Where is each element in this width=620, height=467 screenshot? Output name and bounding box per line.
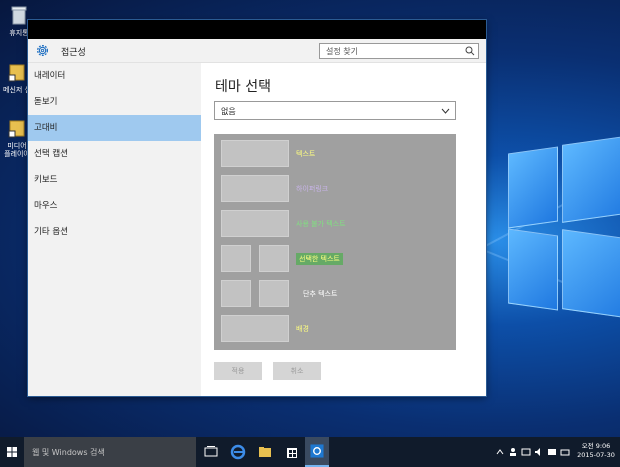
preview-text-label: 텍스트 (296, 150, 316, 158)
clock-date: 2015-07-30 (577, 451, 615, 459)
disabled-text-color-swatch[interactable] (221, 210, 289, 237)
apply-button[interactable]: 적용 (214, 362, 262, 380)
settings-header: 접근성 (28, 39, 486, 63)
volume-icon[interactable] (534, 447, 544, 457)
application-icon (8, 64, 25, 82)
theme-preview: 텍스트 하이퍼링크 사용 불가 텍스트 선택한 텍스트 단추 텍스트 배경 (214, 134, 456, 350)
main-content: 테마 선택 없음 텍스트 하이퍼링크 사용 불가 텍스트 선택한 텍스트 단추 … (201, 63, 486, 396)
keyboard-language-icon[interactable] (560, 447, 570, 457)
settings-app-icon[interactable] (305, 437, 329, 467)
task-view-icon[interactable] (199, 437, 223, 467)
theme-dropdown[interactable]: 없음 (214, 101, 456, 120)
people-icon[interactable] (508, 447, 518, 457)
page-title: 테마 선택 (215, 79, 271, 95)
sidebar-item-other-options[interactable]: 기타 옵션 (28, 219, 201, 245)
selected-text-bg-swatch[interactable] (259, 245, 289, 272)
store-icon[interactable] (280, 437, 304, 467)
windows-logo-wallpaper (490, 135, 620, 340)
sidebar-item-high-contrast[interactable]: 고대비 (28, 115, 201, 141)
title-bar[interactable] (28, 20, 486, 39)
taskbar-search-placeholder: 웹 및 Windows 검색 (32, 448, 105, 457)
preview-selected-label: 선택한 텍스트 (296, 253, 343, 265)
preview-background-label: 배경 (296, 325, 309, 333)
background-color-swatch[interactable] (221, 315, 289, 342)
recycle-bin-icon (11, 6, 27, 25)
taskbar: 웹 및 Windows 검색 오전 9:06 2015-07-30 (0, 437, 620, 467)
network-icon[interactable] (521, 447, 531, 457)
chevron-down-icon (441, 108, 450, 114)
text-color-swatch[interactable] (221, 140, 289, 167)
sidebar-item-narrator[interactable]: 내레이터 (28, 63, 201, 89)
theme-dropdown-value: 없음 (221, 107, 236, 116)
media-player-icon (8, 120, 25, 138)
chevron-up-icon[interactable] (495, 447, 505, 457)
notification-icon[interactable] (547, 447, 557, 457)
search-input[interactable] (320, 44, 460, 58)
windows-start-icon[interactable] (0, 437, 24, 467)
taskbar-search-box[interactable]: 웹 및 Windows 검색 (24, 437, 196, 467)
settings-search[interactable] (319, 43, 479, 59)
sidebar-item-mouse[interactable]: 마우스 (28, 193, 201, 219)
file-explorer-icon[interactable] (253, 437, 277, 467)
gear-icon (36, 44, 49, 57)
system-clock[interactable]: 오전 9:06 2015-07-30 (572, 442, 620, 460)
sidebar-item-closed-captions[interactable]: 선택 캡션 (28, 141, 201, 167)
selected-text-fg-swatch[interactable] (221, 245, 251, 272)
button-text-bg-swatch[interactable] (259, 280, 289, 307)
button-text-fg-swatch[interactable] (221, 280, 251, 307)
edge-browser-icon[interactable] (226, 437, 250, 467)
sidebar-item-magnifier[interactable]: 돋보기 (28, 89, 201, 115)
clock-time: 오전 9:06 (581, 442, 611, 450)
sidebar-nav: 내레이터 돋보기 고대비 선택 캡션 키보드 마우스 기타 옵션 (28, 63, 201, 396)
sidebar-item-keyboard[interactable]: 키보드 (28, 167, 201, 193)
settings-window: 접근성 내레이터 돋보기 고대비 선택 캡션 키보드 마우스 기타 옵션 테마 … (28, 20, 486, 396)
preview-button-text-label: 단추 텍스트 (303, 290, 338, 298)
preview-disabled-label: 사용 불가 텍스트 (296, 220, 346, 228)
search-icon[interactable] (465, 46, 475, 56)
app-title: 접근성 (61, 48, 86, 58)
preview-hyperlink-label: 하이퍼링크 (296, 185, 329, 193)
cancel-button[interactable]: 취소 (273, 362, 321, 380)
hyperlink-color-swatch[interactable] (221, 175, 289, 202)
